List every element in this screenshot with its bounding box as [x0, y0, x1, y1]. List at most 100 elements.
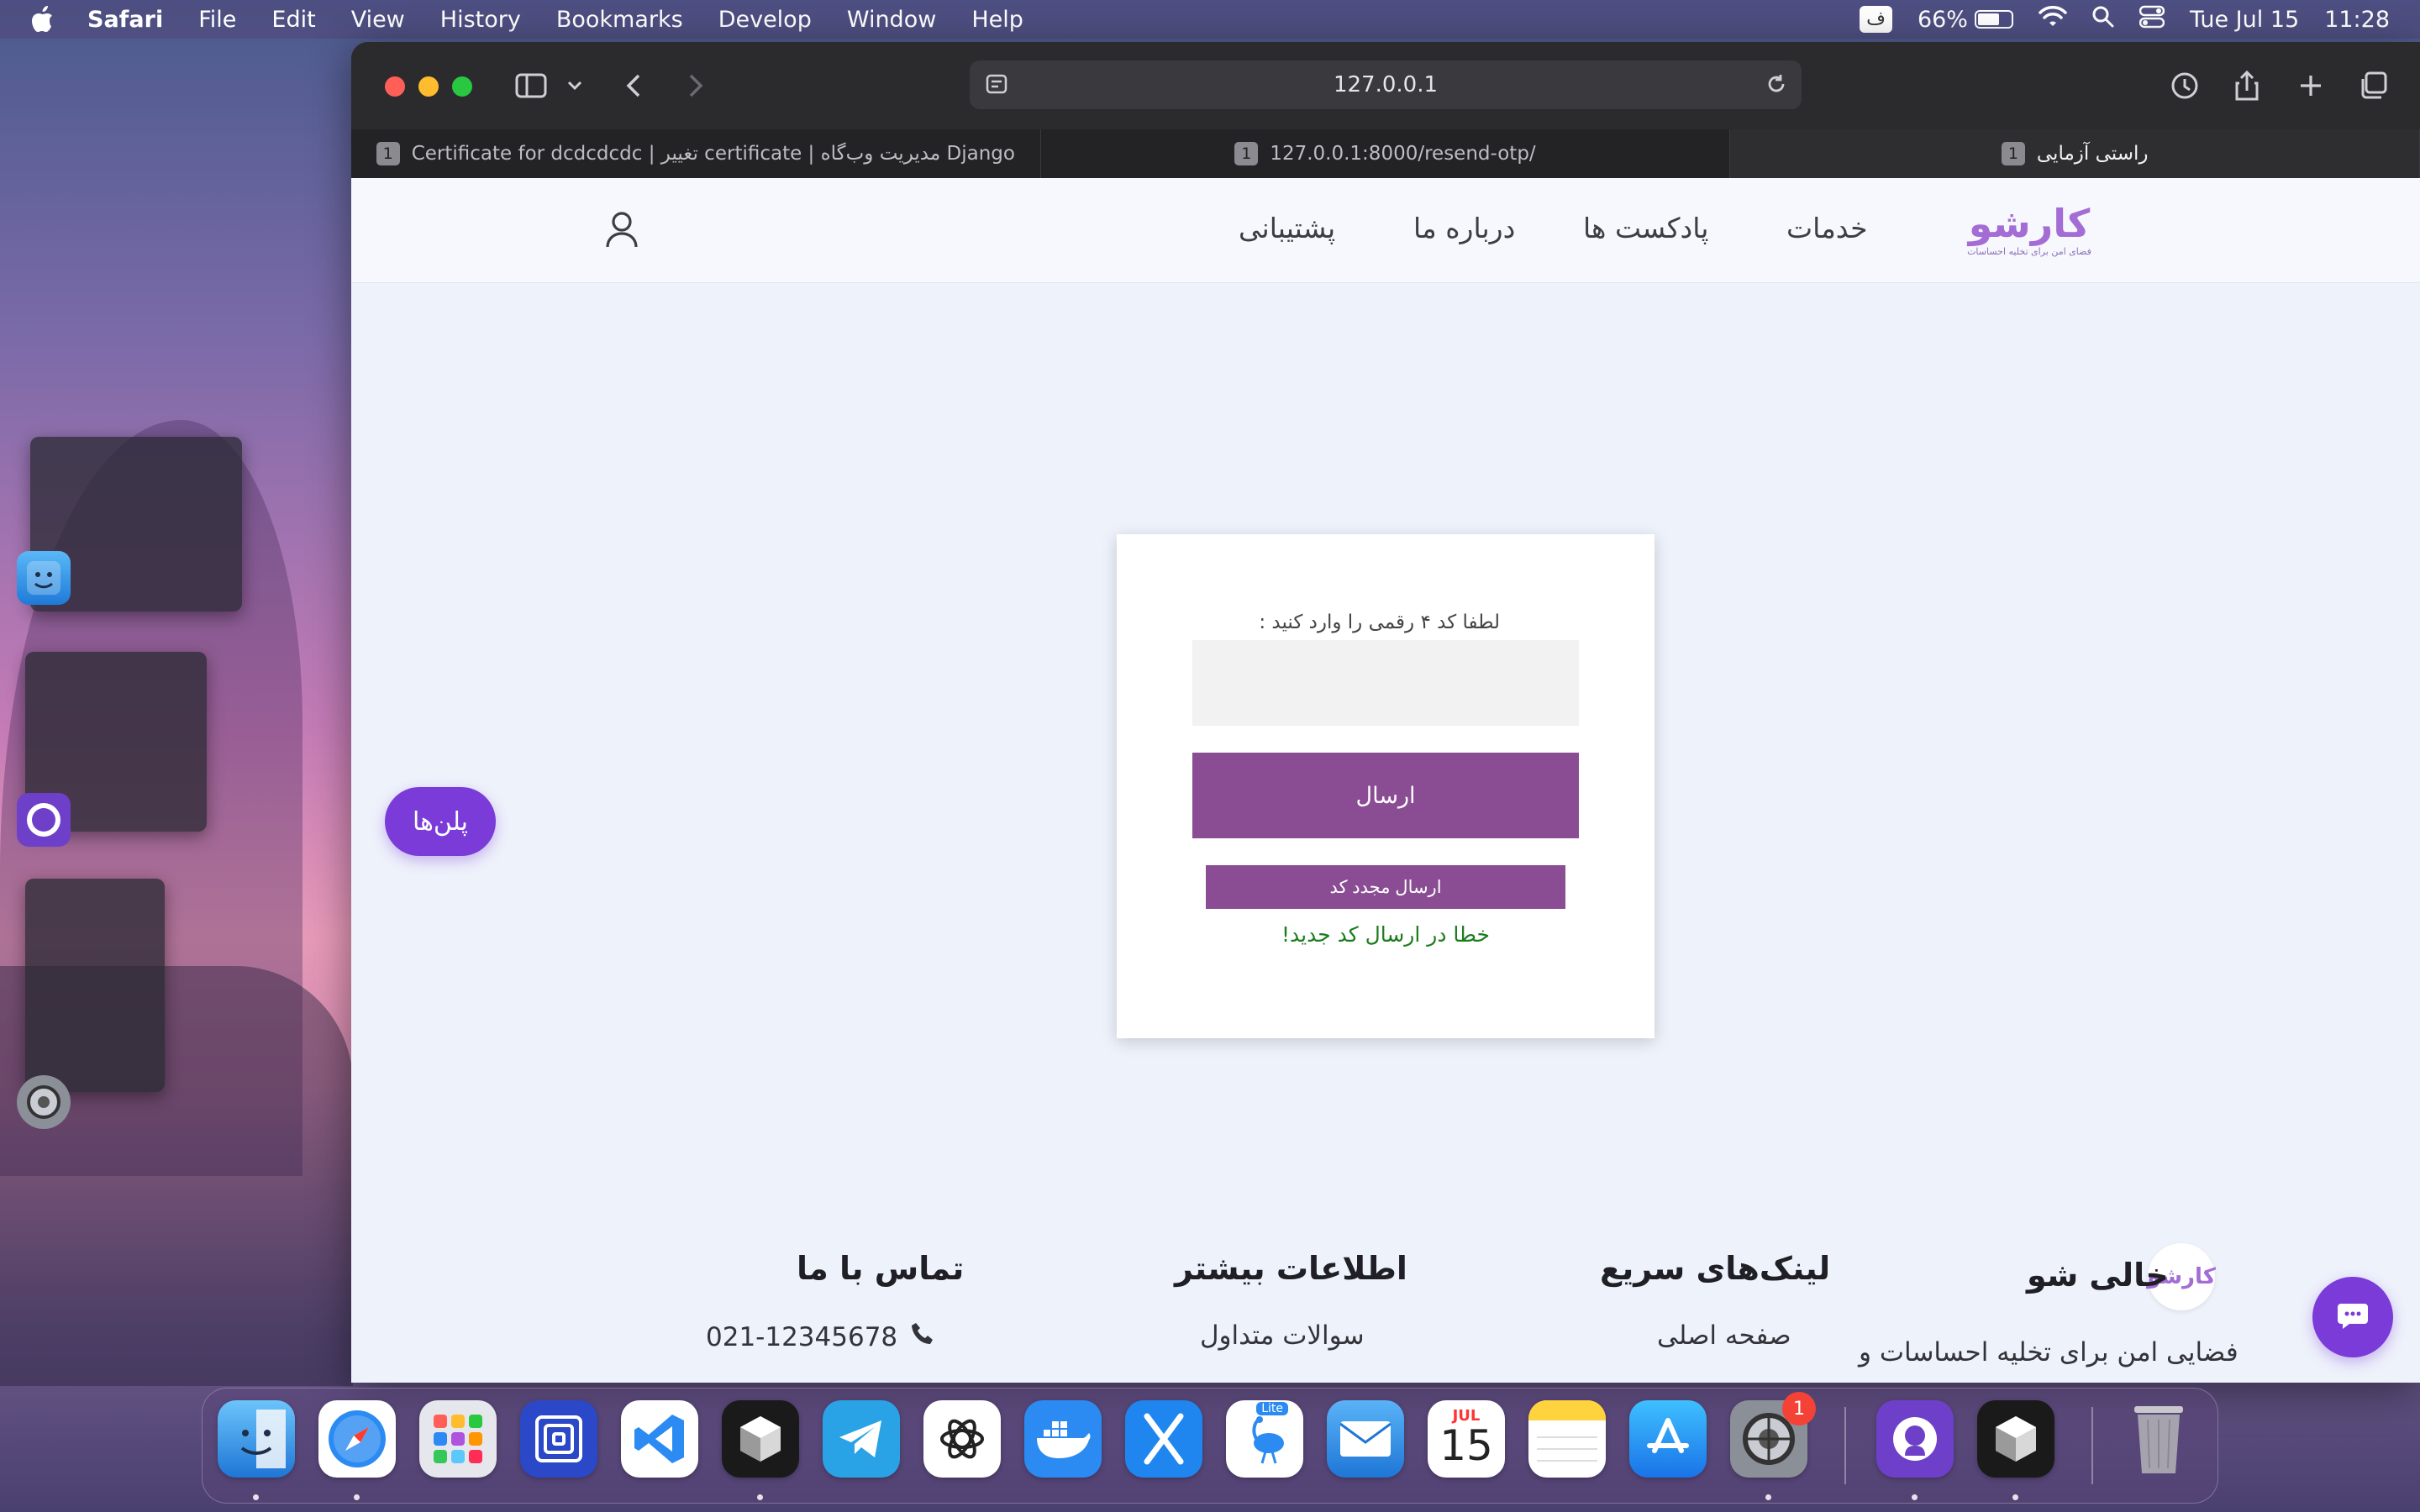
tab-count-badge: 1 [1234, 142, 1259, 165]
dock-finder-icon[interactable] [218, 1400, 295, 1478]
finder-icon[interactable] [17, 551, 71, 605]
tab-title: 127.0.0.1:8000/resend-otp/ [1270, 143, 1536, 165]
control-center-icon[interactable] [2139, 5, 2165, 34]
sidebar-toggle-icon[interactable] [513, 67, 550, 104]
menu-app-name[interactable]: Safari [87, 7, 163, 33]
zoom-window-button[interactable] [452, 76, 472, 97]
calendar-day: 15 [1439, 1420, 1493, 1470]
menu-window[interactable]: Window [847, 7, 936, 33]
resend-otp-button[interactable]: ارسال مجدد کد [1206, 865, 1565, 909]
dock-app-store-icon[interactable] [1629, 1400, 1707, 1478]
footer-link-home[interactable]: صفحه اصلی [1657, 1320, 1791, 1351]
nav-link-about[interactable]: درباره ما [1413, 212, 1515, 244]
nav-link-podcasts[interactable]: پادکست ها [1583, 212, 1708, 244]
dock: Lite JUL 15 1 [202, 1388, 2218, 1504]
tab-overview-icon[interactable] [2354, 67, 2391, 104]
running-indicator [1765, 1494, 1771, 1500]
dock-launchpad-icon[interactable] [419, 1400, 497, 1478]
footer-phone-number: 021-12345678 [706, 1322, 898, 1352]
otp-code-input[interactable] [1192, 640, 1579, 726]
tab-title: راستی آزمایی [2036, 143, 2149, 165]
safari-window: 127.0.0.1 1 Certificate for dcdcdcdc | ت… [351, 42, 2420, 1383]
menu-bookmarks[interactable]: Bookmarks [556, 7, 683, 33]
wifi-icon[interactable] [2039, 5, 2067, 34]
tab-resend-otp[interactable]: 1 127.0.0.1:8000/resend-otp/ [1041, 129, 1731, 178]
apple-menu-icon[interactable] [0, 5, 87, 34]
system-settings-side-icon[interactable] [17, 1075, 71, 1129]
submit-otp-button[interactable]: ارسال [1192, 753, 1579, 838]
dock-vscode-icon[interactable] [621, 1400, 698, 1478]
dock-maze-app-icon[interactable] [520, 1400, 597, 1478]
chevron-down-icon[interactable] [556, 67, 593, 104]
dock-github-desktop-icon[interactable] [1876, 1400, 1954, 1478]
browser-toolbar: 127.0.0.1 [351, 42, 2420, 129]
reload-icon[interactable] [1765, 72, 1788, 102]
site-navbar: کارشو فضای امن برای تخلیه احساسات خدمات … [351, 178, 2420, 282]
site-logo-text: کارشو [1968, 200, 2091, 246]
menu-file[interactable]: File [198, 7, 236, 33]
menu-develop[interactable]: Develop [718, 7, 812, 33]
running-indicator [757, 1494, 763, 1500]
menu-time[interactable]: 11:28 [2324, 7, 2390, 33]
site-logo[interactable]: کارشو فضای امن برای تخلیه احساسات [1966, 197, 2092, 264]
plans-button[interactable]: پلن‌ها [385, 787, 496, 856]
footer-link-faq[interactable]: سوالات متداول [1200, 1320, 1365, 1351]
web-page: کارشو فضای امن برای تخلیه احساسات خدمات … [351, 178, 2420, 1383]
dock-calendar-icon[interactable]: JUL 15 [1428, 1400, 1505, 1478]
forward-arrow-icon[interactable] [677, 67, 714, 104]
dock-safari-icon[interactable] [318, 1400, 396, 1478]
site-logo-tagline: فضای امن برای تخلیه احساسات [1967, 245, 2091, 257]
menu-history[interactable]: History [440, 7, 521, 33]
menu-help[interactable]: Help [971, 7, 1023, 33]
chat-bubble-icon [2336, 1300, 2370, 1334]
share-icon[interactable] [2228, 67, 2265, 104]
close-window-button[interactable] [385, 76, 405, 97]
battery-status[interactable]: 66% [1918, 7, 2013, 33]
dock-chatgpt-icon[interactable] [923, 1400, 1001, 1478]
running-indicator [354, 1494, 360, 1500]
dock-notes-icon[interactable] [1528, 1400, 1606, 1478]
dock-xcode-icon[interactable] [1125, 1400, 1202, 1478]
spotlight-search-icon[interactable] [2092, 6, 2114, 34]
nav-link-services[interactable]: خدمات [1786, 212, 1868, 244]
menu-bar: Safari File Edit View History Bookmarks … [0, 0, 2420, 39]
menu-edit[interactable]: Edit [271, 7, 315, 33]
new-tab-plus-icon[interactable] [2292, 67, 2329, 104]
dock-ostrich-lite-icon[interactable]: Lite [1226, 1400, 1303, 1478]
dock-mail-icon[interactable] [1327, 1400, 1404, 1478]
dock-trash-icon[interactable] [2120, 1400, 2197, 1478]
input-source-indicator[interactable]: ف [1860, 6, 1892, 33]
running-indicator [1912, 1494, 1918, 1500]
otp-verification-card: لطفا کد ۴ رقمی را وارد کنید : ارسال ارسا… [1117, 534, 1655, 1038]
reader-mode-icon[interactable] [985, 72, 1008, 102]
back-arrow-icon[interactable] [615, 67, 652, 104]
chat-button[interactable] [2312, 1277, 2393, 1357]
tab-verification[interactable]: 1 راستی آزمایی [1730, 129, 2420, 178]
dock-system-settings-icon[interactable]: 1 [1730, 1392, 1816, 1478]
tab-django-admin[interactable]: 1 Certificate for dcdcdcdc | تغییر certi… [351, 129, 1041, 178]
menu-date[interactable]: Tue Jul 15 [2190, 7, 2299, 33]
stage-manager-window-settings[interactable] [25, 879, 165, 1092]
user-account-icon[interactable] [603, 210, 640, 250]
tab-bar: 1 Certificate for dcdcdcdc | تغییر certi… [351, 129, 2420, 178]
dock-cube-app-icon[interactable] [722, 1400, 799, 1478]
dock-separator [2091, 1407, 2093, 1484]
github-desktop-icon[interactable] [17, 793, 71, 847]
dock-telegram-icon[interactable] [823, 1400, 900, 1478]
tab-count-badge: 1 [376, 142, 400, 165]
notification-badge: 1 [1782, 1392, 1816, 1425]
dock-separator [1844, 1407, 1846, 1484]
lite-label: Lite [1256, 1402, 1288, 1415]
footer-phone[interactable]: 021-12345678 [706, 1320, 936, 1354]
history-clock-icon[interactable] [2166, 67, 2203, 104]
footer-about-text: فضایی امن برای تخلیه احساسات و [1859, 1337, 2238, 1368]
address-bar[interactable]: 127.0.0.1 [970, 60, 1802, 109]
footer-about-title: خالی شو [2027, 1257, 2169, 1294]
phone-icon [909, 1320, 936, 1354]
dock-cube-app-2-icon[interactable] [1977, 1400, 2054, 1478]
footer-quick-links-title: لینک‌های سریع [1600, 1250, 1831, 1287]
dock-docker-icon[interactable] [1024, 1400, 1102, 1478]
nav-link-support[interactable]: پشتیبانی [1239, 212, 1335, 244]
minimize-window-button[interactable] [418, 76, 439, 97]
menu-view[interactable]: View [351, 7, 405, 33]
